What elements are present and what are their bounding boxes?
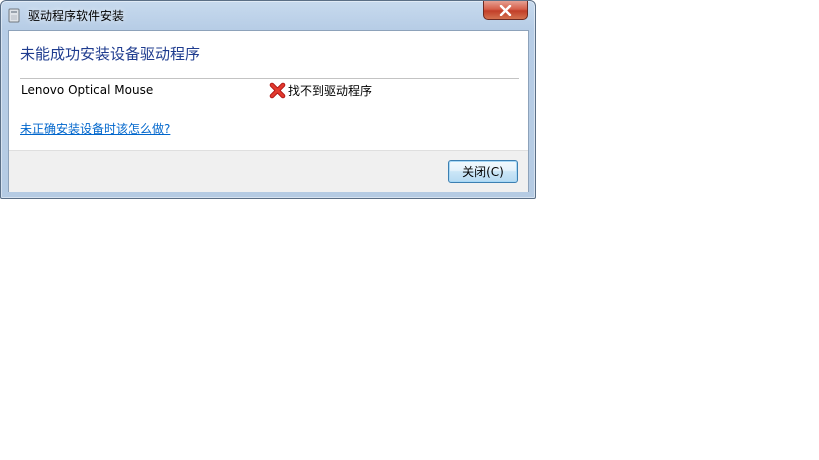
dialog-heading: 未能成功安装设备驱动程序 <box>20 45 201 63</box>
close-button[interactable]: 关闭(C) <box>448 160 518 183</box>
device-status: 找不到驱动程序 <box>269 81 372 99</box>
help-link[interactable]: 未正确安装设备时该怎么做? <box>20 120 170 137</box>
title-bar[interactable]: 驱动程序软件安装 <box>1 1 535 29</box>
device-name: Lenovo Optical Mouse <box>21 83 154 97</box>
dialog-footer: 关闭(C) <box>9 150 528 192</box>
window-title: 驱动程序软件安装 <box>28 9 125 23</box>
divider <box>20 78 519 79</box>
red-x-error-icon <box>269 82 286 99</box>
window-close-button[interactable] <box>483 1 528 20</box>
driver-install-icon <box>8 8 20 23</box>
dialog-content: 未能成功安装设备驱动程序 Lenovo Optical Mouse 找不到驱动程… <box>8 30 529 192</box>
close-icon <box>499 4 512 16</box>
dialog-window: 驱动程序软件安装 未能成功安装设备驱动程序 Lenovo Optical Mou… <box>0 0 536 199</box>
device-status-text: 找不到驱动程序 <box>288 83 373 98</box>
